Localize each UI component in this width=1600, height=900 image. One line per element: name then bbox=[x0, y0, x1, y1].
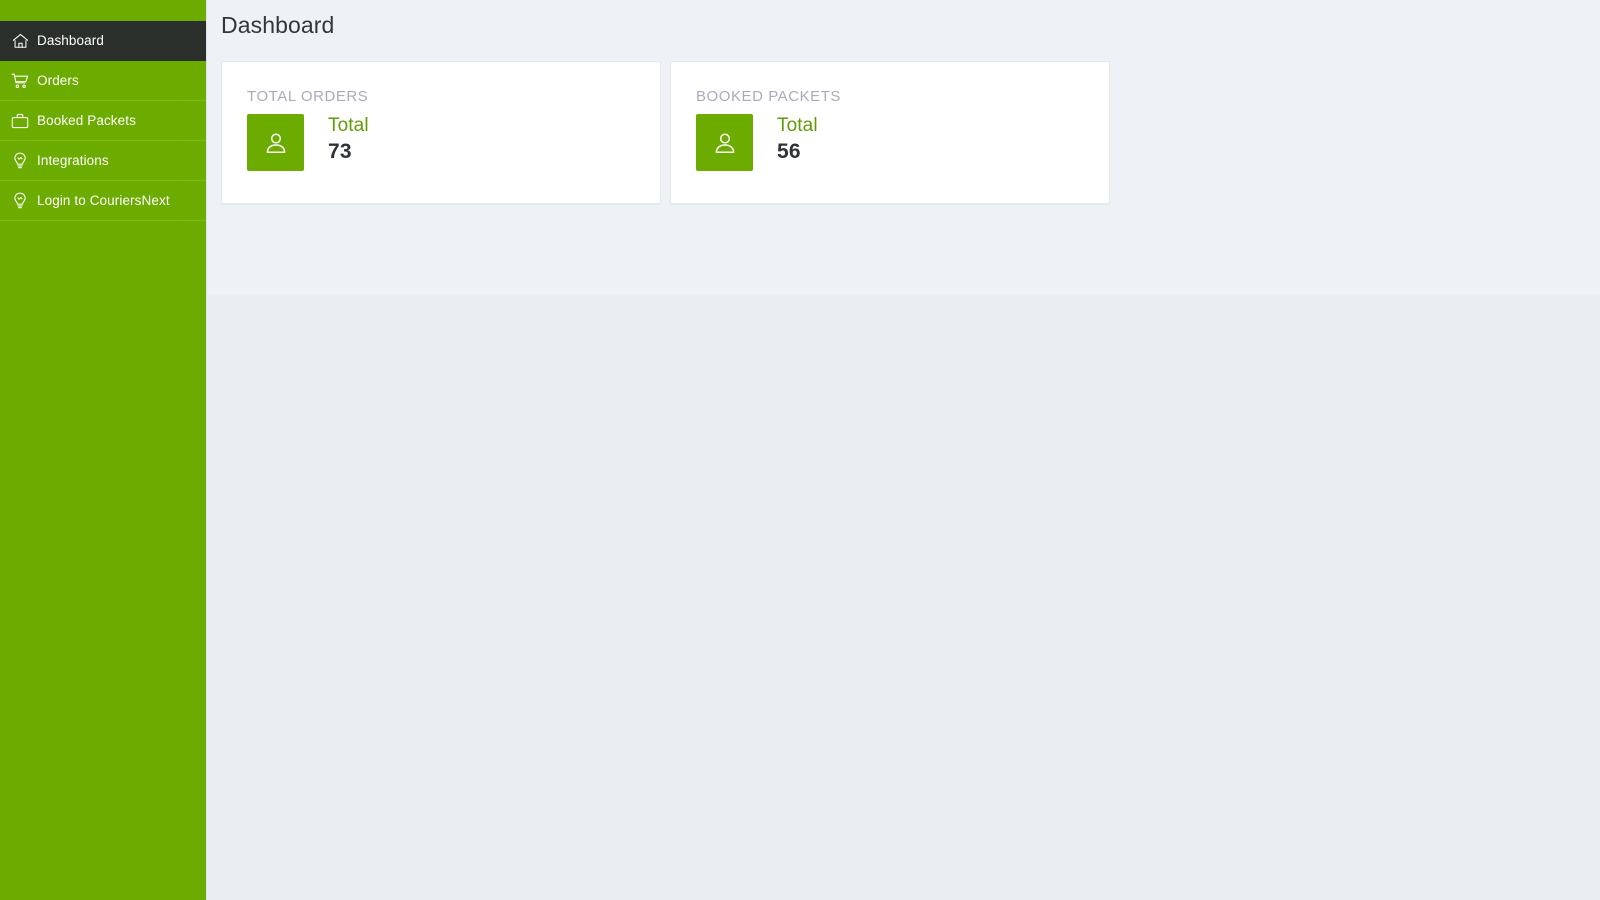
sidebar-nav-list: Dashboard Orders Booked Packets Integrat… bbox=[0, 21, 206, 221]
sidebar-item-label: Booked Packets bbox=[37, 112, 136, 128]
card-stats: Total 73 bbox=[328, 114, 369, 168]
card-stats: Total 56 bbox=[777, 114, 818, 168]
sidebar-item-dashboard[interactable]: Dashboard bbox=[0, 21, 206, 61]
sidebar-item-label: Login to CouriersNext bbox=[37, 192, 170, 208]
user-icon bbox=[696, 114, 753, 171]
sidebar-item-label: Dashboard bbox=[37, 32, 104, 48]
sidebar-item-label: Integrations bbox=[37, 152, 109, 168]
main-content: Dashboard TOTAL ORDERS Total 73 BOOKED P… bbox=[207, 0, 1600, 900]
background-lower-band bbox=[207, 295, 1600, 900]
card-body: Total 73 bbox=[247, 114, 636, 171]
card-body: Total 56 bbox=[696, 114, 1085, 171]
home-icon bbox=[9, 31, 31, 51]
user-icon bbox=[247, 114, 304, 171]
bulb-icon bbox=[9, 151, 31, 171]
cart-icon bbox=[9, 71, 31, 91]
stat-card-total-orders: TOTAL ORDERS Total 73 bbox=[221, 61, 661, 204]
main-inner: Dashboard TOTAL ORDERS Total 73 BOOKED P… bbox=[207, 0, 1600, 204]
app-root: Dashboard Orders Booked Packets Integrat… bbox=[0, 0, 1600, 900]
card-title: TOTAL ORDERS bbox=[247, 88, 369, 105]
card-stat-value: 73 bbox=[328, 140, 352, 164]
sidebar-item-login-couriersnext[interactable]: Login to CouriersNext bbox=[0, 181, 206, 221]
card-stat-label: Total bbox=[777, 115, 818, 136]
sidebar-item-label: Orders bbox=[37, 72, 79, 88]
sidebar-item-integrations[interactable]: Integrations bbox=[0, 141, 206, 181]
card-stat-value: 56 bbox=[777, 140, 801, 164]
card-stat-label: Total bbox=[328, 115, 369, 136]
stat-cards-row: TOTAL ORDERS Total 73 BOOKED PACKETS Tot… bbox=[207, 39, 1600, 204]
sidebar-item-orders[interactable]: Orders bbox=[0, 61, 206, 101]
page-title: Dashboard bbox=[221, 12, 335, 38]
stat-card-booked-packets: BOOKED PACKETS Total 56 bbox=[670, 61, 1110, 204]
sidebar-item-booked-packets[interactable]: Booked Packets bbox=[0, 101, 206, 141]
sidebar: Dashboard Orders Booked Packets Integrat… bbox=[0, 0, 207, 900]
briefcase-icon bbox=[9, 111, 31, 131]
card-title: BOOKED PACKETS bbox=[696, 88, 841, 105]
bulb-icon bbox=[9, 191, 31, 211]
